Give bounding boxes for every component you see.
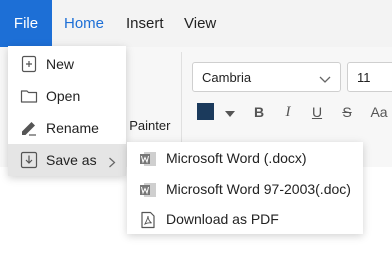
menu-item-save-as[interactable]: Save as bbox=[8, 144, 126, 176]
menu-item-open[interactable]: Open bbox=[8, 80, 126, 112]
font-family-value: Cambria bbox=[202, 70, 252, 85]
menu-item-label: New bbox=[46, 56, 75, 72]
download-icon bbox=[20, 151, 38, 169]
underline-button[interactable]: U bbox=[308, 101, 326, 123]
text-color-button[interactable] bbox=[197, 103, 214, 120]
font-family-select[interactable]: Cambria bbox=[192, 62, 341, 92]
tab-insert[interactable]: Insert bbox=[126, 0, 164, 47]
word-icon bbox=[139, 150, 157, 168]
caret-down-icon[interactable] bbox=[224, 106, 236, 122]
menu-item-new[interactable]: New bbox=[8, 48, 126, 80]
submenu-item-doc[interactable]: Microsoft Word 97-2003(.doc) bbox=[127, 174, 363, 205]
menu-item-label: Rename bbox=[46, 120, 99, 136]
submenu-item-label: Microsoft Word (.docx) bbox=[166, 150, 307, 166]
pdf-icon bbox=[139, 211, 157, 229]
submenu-item-label: Download as PDF bbox=[166, 211, 279, 227]
tab-file[interactable]: File bbox=[0, 0, 52, 47]
new-file-icon bbox=[20, 55, 38, 73]
word-icon bbox=[139, 181, 157, 199]
save-as-submenu: Microsoft Word (.docx) Microsoft Word 97… bbox=[127, 142, 363, 234]
chevron-down-icon bbox=[319, 72, 331, 88]
font-size-value: 11 bbox=[357, 70, 371, 85]
strikethrough-button[interactable]: S bbox=[338, 101, 356, 123]
submenu-item-label: Microsoft Word 97-2003(.doc) bbox=[166, 181, 351, 197]
submenu-item-pdf[interactable]: Download as PDF bbox=[127, 204, 363, 235]
menu-item-label: Save as bbox=[46, 152, 97, 168]
submenu-item-docx[interactable]: Microsoft Word (.docx) bbox=[127, 143, 363, 174]
file-menu: New Open Rename Save as bbox=[8, 46, 126, 176]
menu-bar: File Home Insert View bbox=[0, 0, 392, 47]
italic-button[interactable]: I bbox=[279, 101, 297, 123]
change-case-button[interactable]: Aa bbox=[368, 101, 390, 123]
tab-home[interactable]: Home bbox=[64, 0, 104, 47]
format-painter-label[interactable]: : Painter bbox=[122, 118, 170, 133]
menu-item-label: Open bbox=[46, 88, 81, 104]
font-size-select[interactable]: 11 bbox=[347, 62, 392, 92]
edit-icon bbox=[20, 119, 38, 137]
chevron-right-icon bbox=[108, 155, 116, 171]
bold-button[interactable]: B bbox=[250, 101, 268, 123]
folder-icon bbox=[20, 87, 38, 105]
menu-item-rename[interactable]: Rename bbox=[8, 112, 126, 144]
tab-view[interactable]: View bbox=[184, 0, 216, 47]
